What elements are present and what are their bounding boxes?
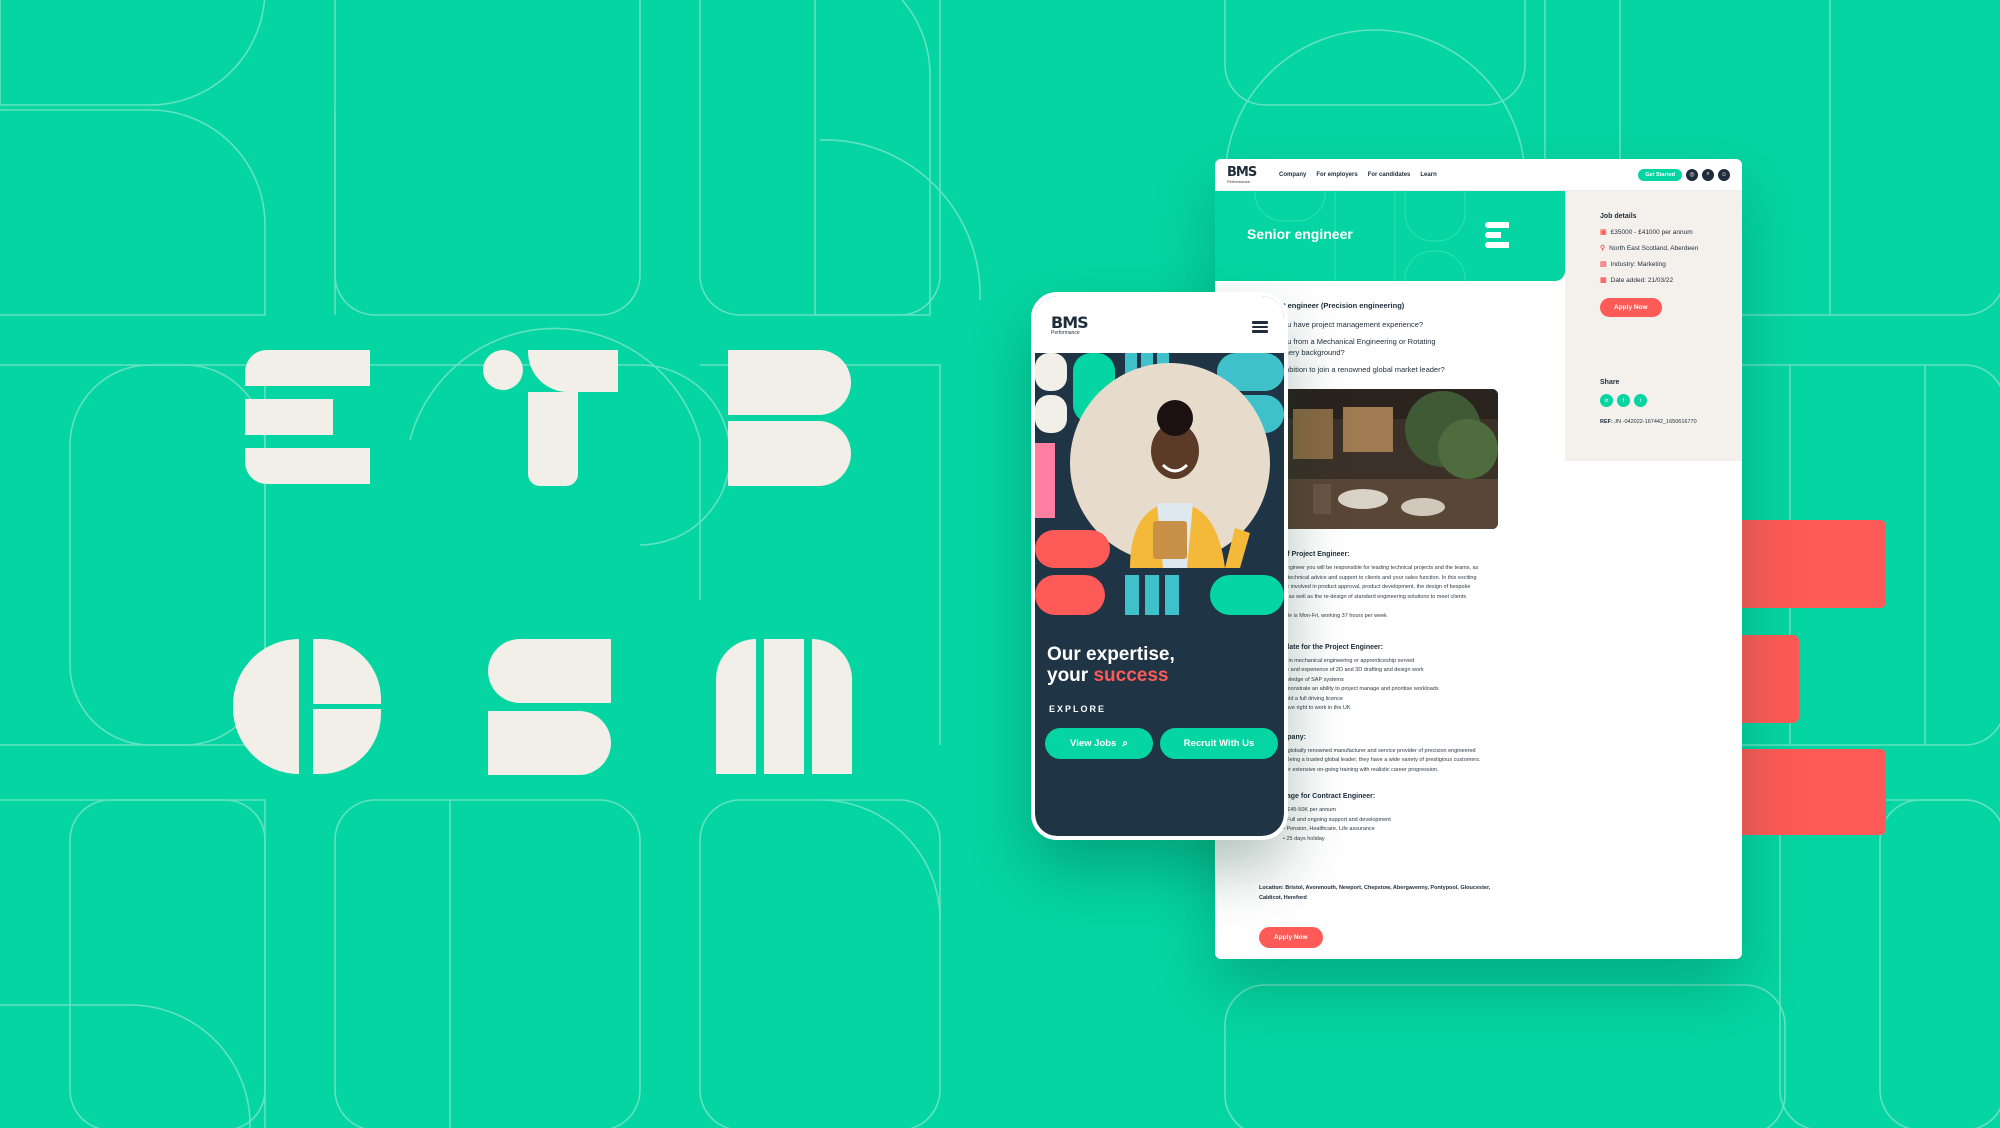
- section-title: npany:: [1283, 733, 1306, 741]
- section-text: y £45-50K per annum • Full and ongoing s…: [1283, 807, 1391, 842]
- job-details-panel: Job details ▣ £35000 - £41000 per annum ⚲…: [1565, 191, 1742, 461]
- hamburger-menu-icon[interactable]: [1252, 321, 1268, 333]
- section-text: a globally renowned manufacturer and ser…: [1283, 747, 1481, 773]
- section-title: kage for Contract Engineer:: [1283, 793, 1376, 800]
- apply-now-bottom-button[interactable]: Apply Now: [1259, 927, 1323, 948]
- mobile-home-page: BMS Performance Our expertise, your succ…: [1031, 292, 1288, 840]
- section-title: idate for the Project Engineer:: [1283, 643, 1383, 651]
- location-pin-icon: ⚲: [1600, 245, 1606, 252]
- linkedin-icon[interactable]: in: [1600, 394, 1613, 407]
- main-nav: Company For employers For candidates Lea…: [1279, 172, 1437, 178]
- question-line: mbition to join a renowned global market…: [1283, 365, 1445, 374]
- job-subtitle: t engineer (Precision engineering): [1283, 301, 1405, 310]
- desktop-job-page: BMS Performance Company For employers Fo…: [1215, 159, 1742, 959]
- date-value: Date added: 21/03/22: [1610, 276, 1674, 284]
- get-started-button[interactable]: Get Started: [1638, 168, 1682, 181]
- job-details-heading: Job details: [1600, 213, 1637, 220]
- question-line: ou have project management experience?: [1283, 320, 1424, 329]
- desktop-header: BMS Performance Company For employers Fo…: [1215, 159, 1742, 191]
- search-icon: ⌕: [1122, 738, 1128, 749]
- nav-candidates[interactable]: For candidates: [1368, 172, 1411, 178]
- twitter-icon[interactable]: t: [1634, 394, 1647, 407]
- location-line: Location: Bristol, Avonmouth, Newport, C…: [1259, 885, 1491, 901]
- industry-value: Industry: Marketing: [1610, 260, 1666, 268]
- brand-e-icon: [1485, 222, 1509, 248]
- mobile-hero-title: Our expertise, your success: [1047, 644, 1175, 686]
- section-title: of Project Engineer:: [1283, 551, 1350, 558]
- salary-icon: ▣: [1600, 229, 1607, 236]
- location-value: North East Scotland, Aberdeen: [1609, 244, 1699, 252]
- search-icon[interactable]: ⌕: [1702, 168, 1714, 181]
- job-reference: REF: JN -042022-167442_1650616770: [1600, 419, 1697, 425]
- facebook-icon[interactable]: f: [1617, 394, 1630, 407]
- nav-employers[interactable]: For employers: [1316, 172, 1357, 178]
- globe-icon[interactable]: ◎: [1686, 168, 1698, 181]
- nav-learn[interactable]: Learn: [1420, 172, 1436, 178]
- recruit-with-us-button[interactable]: Recruit With Us: [1160, 728, 1278, 759]
- question-line: ou from a Mechanical Engineering or Rota…: [1283, 337, 1436, 357]
- brand-logo[interactable]: BMS Performance: [1227, 166, 1267, 184]
- office-photo: [1283, 389, 1498, 529]
- job-hero-banner: Senior engineer: [1215, 191, 1565, 281]
- calendar-icon: ▦: [1600, 277, 1607, 284]
- user-icon[interactable]: ☺: [1718, 168, 1730, 181]
- view-jobs-button[interactable]: View Jobs ⌕: [1045, 728, 1153, 759]
- nav-company[interactable]: Company: [1279, 172, 1306, 178]
- explore-label: EXPLORE: [1049, 704, 1107, 714]
- mobile-brand-logo[interactable]: BMS Performance: [1051, 315, 1089, 337]
- mobile-hero: [1035, 353, 1284, 615]
- job-title: Senior engineer: [1247, 226, 1353, 242]
- salary-value: £35000 - £41000 per annum: [1610, 228, 1693, 236]
- share-section: Share in f t REF: JN -042022-167442_1650…: [1600, 379, 1742, 425]
- apply-now-button[interactable]: Apply Now: [1600, 298, 1662, 317]
- share-heading: Share: [1600, 379, 1620, 386]
- mobile-header: BMS Performance: [1035, 296, 1284, 353]
- job-description: t engineer (Precision engineering) ou ha…: [1283, 301, 1563, 844]
- section-text: Engineer you will be responsible for lea…: [1283, 565, 1479, 600]
- section-text: role is Mon-Fri, working 37 hours per we…: [1283, 613, 1387, 619]
- section-text: D in mechanical engineering or apprentic…: [1283, 657, 1439, 712]
- industry-icon: ▤: [1600, 261, 1607, 268]
